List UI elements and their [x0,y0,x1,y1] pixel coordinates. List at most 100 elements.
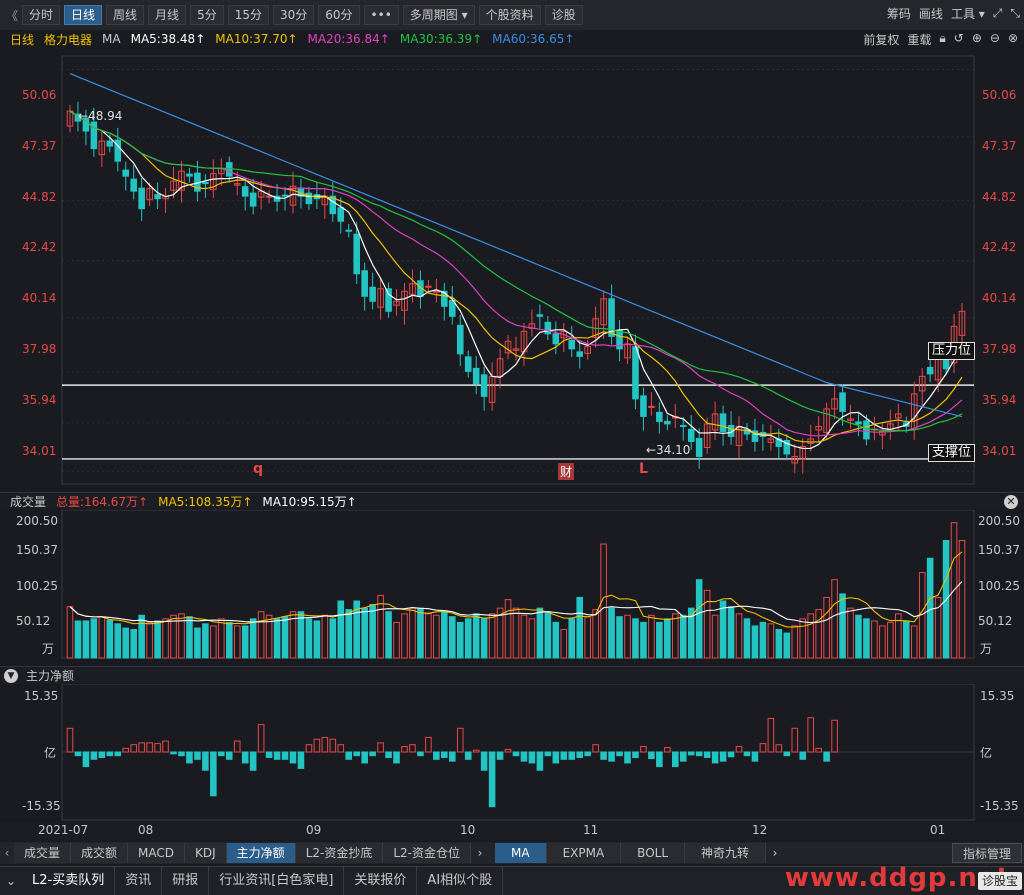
overlay-tab-0[interactable]: MA [495,843,547,863]
period-button-11[interactable]: 诊股 [544,5,583,25]
indicator-tab-3[interactable]: KDJ [185,843,227,863]
lock-icon[interactable]: 🔒︎ [939,31,945,48]
volume-bar [863,618,870,659]
candle-body [695,437,703,457]
chips-button[interactable]: 筹码 [887,5,911,22]
period-button-1[interactable]: 日线 [64,5,103,25]
flow-bar [305,744,313,753]
flow-chart[interactable] [0,684,1024,822]
candle-body [656,411,663,422]
low-marker: ←34.10 [646,443,691,457]
period-button-3[interactable]: 月线 [148,5,187,25]
tabs-left-arrow-icon[interactable]: ‹ [0,846,14,860]
volume-ma5: MA5:108.35万↑ [158,495,253,509]
volume-bar [480,618,488,659]
tabs-right-arrow-icon[interactable]: › [471,846,489,860]
event-marker-q[interactable]: q [253,461,263,477]
flow-bar [441,751,448,758]
date-axis: 2021-07 08 09 10 11 12 01 [0,822,1024,840]
expand-panel-icon[interactable]: ⌄ [0,874,22,888]
volume-bar [807,613,814,659]
fullscreen-icon[interactable]: ⤢ [993,6,1003,21]
volume-ma10-line [69,581,963,624]
bottom-tab-5[interactable]: AI相似个股 [417,867,504,895]
draw-line-button[interactable]: 画线 [919,5,943,22]
candle-body [464,356,472,372]
zhengu-button[interactable]: 诊股宝 [977,872,1022,890]
bottom-tab-4[interactable]: 关联报价 [344,867,418,895]
tools-button[interactable]: 工具 ▾ [951,5,985,22]
bottom-tab-1[interactable]: 资讯 [115,867,163,895]
zoom-in-icon[interactable]: ⊕ [972,31,982,48]
indicator-tab-2[interactable]: MACD [128,843,186,863]
price-chart[interactable] [0,48,1024,492]
zoom-out-icon[interactable]: ⊖ [990,31,1000,48]
volume-bar [672,613,679,659]
volume-bar [162,618,169,659]
volume-tick-left: 100.25 [16,579,58,593]
overlay-tab-2[interactable]: BOLL [621,843,686,863]
candle-body [576,351,584,357]
indicator-tab-1[interactable]: 成交额 [71,843,129,863]
period-button-2[interactable]: 周线 [106,5,145,25]
bottom-tab-2[interactable]: 研报 [162,867,210,895]
indicator-manage-button[interactable]: 指标管理 [951,843,1022,863]
overlay-right-arrow-icon[interactable]: › [766,846,784,860]
close-icon[interactable]: ⊗ [1008,31,1018,48]
undo-icon[interactable]: ↺ [954,31,964,48]
bottom-tab-3[interactable]: 行业资讯[白色家电] [209,867,345,895]
volume-bar [154,620,161,659]
candle-body [456,324,464,355]
period-button-6[interactable]: 30分 [272,5,315,25]
volume-chart[interactable] [0,510,1024,666]
period-button-5[interactable]: 15分 [227,5,269,25]
volume-bar [74,620,82,659]
period-button-4[interactable]: 5分 [190,5,224,25]
flow-bar [783,751,791,757]
candle-body [855,421,862,425]
flow-bar [480,751,488,771]
volume-bar [743,618,751,659]
flow-bar [536,751,544,771]
flow-bar [584,751,591,757]
period-button-8[interactable]: ••• [363,5,399,25]
indicator-tab-5[interactable]: L2-资金抄底 [295,843,384,863]
flow-bar [735,746,743,753]
period-button-0[interactable]: 分时 [22,5,61,25]
back-icon[interactable]: 《 [2,7,22,24]
bottom-tab-0[interactable]: L2-买卖队列 [22,867,116,895]
indicator-tab-4[interactable]: 主力净额 [226,843,296,863]
flow-bar [775,744,783,753]
flow-bar [711,751,719,764]
volume-bar [560,629,568,659]
candle-body [664,420,671,425]
volume-bar [361,607,368,659]
period-button-9[interactable]: 多周期图 ▾ [402,5,475,25]
candle-body [544,321,552,335]
event-marker-earnings[interactable]: 财 [558,463,575,480]
volume-bar [799,618,807,659]
flow-bar [576,751,584,758]
volume-bar [186,616,193,659]
volume-bar [592,609,599,659]
flow-bar [759,743,767,753]
adjust-button[interactable]: 前复权 [863,31,899,48]
collapse-icon[interactable]: ▼ [4,668,18,683]
volume-close-icon[interactable]: ✕ [1004,495,1018,509]
volume-bar [202,623,209,659]
overlay-tab-3[interactable]: 神奇九转 [685,843,767,863]
period-button-10[interactable]: 个股资料 [478,5,541,25]
period-button-7[interactable]: 60分 [318,5,360,25]
flow-bar [146,742,153,753]
flow-bar [401,746,408,753]
reload-button[interactable]: 重载 [907,31,931,48]
indicator-tab-0[interactable]: 成交量 [14,843,72,863]
expand-icon[interactable]: ⤡ [1010,6,1020,21]
candle-body [719,413,727,432]
event-marker-L[interactable]: L [639,461,648,477]
candle-body [632,346,639,400]
flow-bar [154,743,161,753]
overlay-tab-1[interactable]: EXPMA [546,843,622,863]
candle-body [345,229,353,232]
indicator-tab-6[interactable]: L2-资金仓位 [383,843,471,863]
